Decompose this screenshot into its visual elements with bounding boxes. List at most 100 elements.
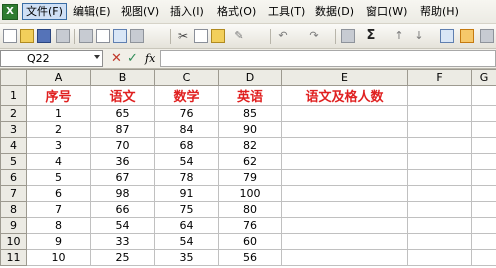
cell-f10[interactable] bbox=[407, 233, 472, 250]
cell-e2[interactable] bbox=[281, 105, 408, 122]
cell-f5[interactable] bbox=[407, 153, 472, 170]
cell-d2[interactable]: 85 bbox=[218, 105, 282, 122]
cell-g10[interactable] bbox=[471, 233, 496, 250]
menu-help[interactable]: 帮助(H) bbox=[417, 3, 462, 20]
row-header[interactable]: 9 bbox=[0, 217, 27, 234]
cell-e5[interactable] bbox=[281, 153, 408, 170]
cell-g1[interactable] bbox=[471, 85, 496, 106]
cell-e10[interactable] bbox=[281, 233, 408, 250]
cell-a2[interactable]: 1 bbox=[26, 105, 91, 122]
autosum-icon[interactable]: Σ bbox=[364, 29, 378, 43]
spell-check-icon[interactable] bbox=[113, 29, 127, 43]
cell-a11[interactable]: 10 bbox=[26, 249, 91, 266]
cell-d5[interactable]: 62 bbox=[218, 153, 282, 170]
cell-d7[interactable]: 100 bbox=[218, 185, 282, 202]
cell-b9[interactable]: 54 bbox=[90, 217, 155, 234]
menu-file[interactable]: 文件(F) bbox=[22, 3, 67, 20]
row-header[interactable]: 11 bbox=[0, 249, 27, 266]
row-header[interactable]: 6 bbox=[0, 169, 27, 186]
cell-g2[interactable] bbox=[471, 105, 496, 122]
cell-g3[interactable] bbox=[471, 121, 496, 138]
cell-b1[interactable]: 语文 bbox=[90, 85, 155, 106]
cell-e4[interactable] bbox=[281, 137, 408, 154]
sort-descending-icon[interactable]: ↓ bbox=[412, 29, 426, 43]
cell-e7[interactable] bbox=[281, 185, 408, 202]
cell-e1[interactable]: 语文及格人数 bbox=[281, 85, 408, 106]
cell-c6[interactable]: 78 bbox=[154, 169, 219, 186]
print-icon[interactable] bbox=[79, 29, 93, 43]
drawing-icon[interactable] bbox=[460, 29, 474, 43]
cell-f9[interactable] bbox=[407, 217, 472, 234]
redo-icon[interactable]: ↷ bbox=[307, 29, 321, 43]
cell-b4[interactable]: 70 bbox=[90, 137, 155, 154]
cell-e8[interactable] bbox=[281, 201, 408, 218]
row-header[interactable]: 7 bbox=[0, 185, 27, 202]
cell-d4[interactable]: 82 bbox=[218, 137, 282, 154]
cell-b8[interactable]: 66 bbox=[90, 201, 155, 218]
cell-a1[interactable]: 序号 bbox=[26, 85, 91, 106]
column-header-g[interactable]: G bbox=[471, 69, 496, 86]
column-header-a[interactable]: A bbox=[26, 69, 91, 86]
cell-c10[interactable]: 54 bbox=[154, 233, 219, 250]
save-icon[interactable] bbox=[37, 29, 51, 43]
enter-icon[interactable]: ✓ bbox=[127, 51, 138, 66]
undo-icon[interactable]: ↶ bbox=[276, 29, 290, 43]
cell-f6[interactable] bbox=[407, 169, 472, 186]
cell-g5[interactable] bbox=[471, 153, 496, 170]
row-header[interactable]: 3 bbox=[0, 121, 27, 138]
cell-d6[interactable]: 79 bbox=[218, 169, 282, 186]
cell-f8[interactable] bbox=[407, 201, 472, 218]
new-doc-icon[interactable] bbox=[3, 29, 17, 43]
cell-c4[interactable]: 68 bbox=[154, 137, 219, 154]
cell-b7[interactable]: 98 bbox=[90, 185, 155, 202]
cell-d8[interactable]: 80 bbox=[218, 201, 282, 218]
cell-c2[interactable]: 76 bbox=[154, 105, 219, 122]
cell-e9[interactable] bbox=[281, 217, 408, 234]
cell-a6[interactable]: 5 bbox=[26, 169, 91, 186]
cell-b3[interactable]: 87 bbox=[90, 121, 155, 138]
cell-c1[interactable]: 数学 bbox=[154, 85, 219, 106]
cell-f2[interactable] bbox=[407, 105, 472, 122]
cell-a4[interactable]: 3 bbox=[26, 137, 91, 154]
menu-data[interactable]: 数据(D) bbox=[312, 3, 357, 20]
cell-b6[interactable]: 67 bbox=[90, 169, 155, 186]
open-folder-icon[interactable] bbox=[20, 29, 34, 43]
column-header-d[interactable]: D bbox=[218, 69, 282, 86]
row-header[interactable]: 4 bbox=[0, 137, 27, 154]
cell-a10[interactable]: 9 bbox=[26, 233, 91, 250]
menu-window[interactable]: 窗口(W) bbox=[363, 3, 410, 20]
cell-d3[interactable]: 90 bbox=[218, 121, 282, 138]
cell-b10[interactable]: 33 bbox=[90, 233, 155, 250]
cell-b11[interactable]: 25 bbox=[90, 249, 155, 266]
column-header-b[interactable]: B bbox=[90, 69, 155, 86]
select-all-corner[interactable] bbox=[0, 69, 27, 86]
formula-input[interactable] bbox=[160, 50, 496, 67]
excel-app-icon[interactable]: X bbox=[2, 4, 18, 20]
cell-f1[interactable] bbox=[407, 85, 472, 106]
cell-a5[interactable]: 4 bbox=[26, 153, 91, 170]
cell-e3[interactable] bbox=[281, 121, 408, 138]
cell-a7[interactable]: 6 bbox=[26, 185, 91, 202]
insert-function-icon[interactable]: fx bbox=[145, 51, 155, 66]
cell-d10[interactable]: 60 bbox=[218, 233, 282, 250]
cell-f3[interactable] bbox=[407, 121, 472, 138]
cell-c9[interactable]: 64 bbox=[154, 217, 219, 234]
row-header[interactable]: 1 bbox=[0, 85, 27, 106]
chart-wizard-icon[interactable] bbox=[440, 29, 454, 43]
cell-a8[interactable]: 7 bbox=[26, 201, 91, 218]
row-header[interactable]: 10 bbox=[0, 233, 27, 250]
cell-c8[interactable]: 75 bbox=[154, 201, 219, 218]
cell-e11[interactable] bbox=[281, 249, 408, 266]
menu-tools[interactable]: 工具(T) bbox=[265, 3, 308, 20]
print-preview-icon[interactable] bbox=[96, 29, 110, 43]
research-icon[interactable] bbox=[130, 29, 144, 43]
name-box[interactable]: Q22 bbox=[0, 50, 103, 67]
cell-a9[interactable]: 8 bbox=[26, 217, 91, 234]
column-header-e[interactable]: E bbox=[281, 69, 408, 86]
row-header[interactable]: 8 bbox=[0, 201, 27, 218]
cell-c7[interactable]: 91 bbox=[154, 185, 219, 202]
row-header[interactable]: 5 bbox=[0, 153, 27, 170]
cell-f11[interactable] bbox=[407, 249, 472, 266]
chevron-down-icon[interactable] bbox=[94, 55, 100, 59]
menu-edit[interactable]: 编辑(E) bbox=[70, 3, 114, 20]
